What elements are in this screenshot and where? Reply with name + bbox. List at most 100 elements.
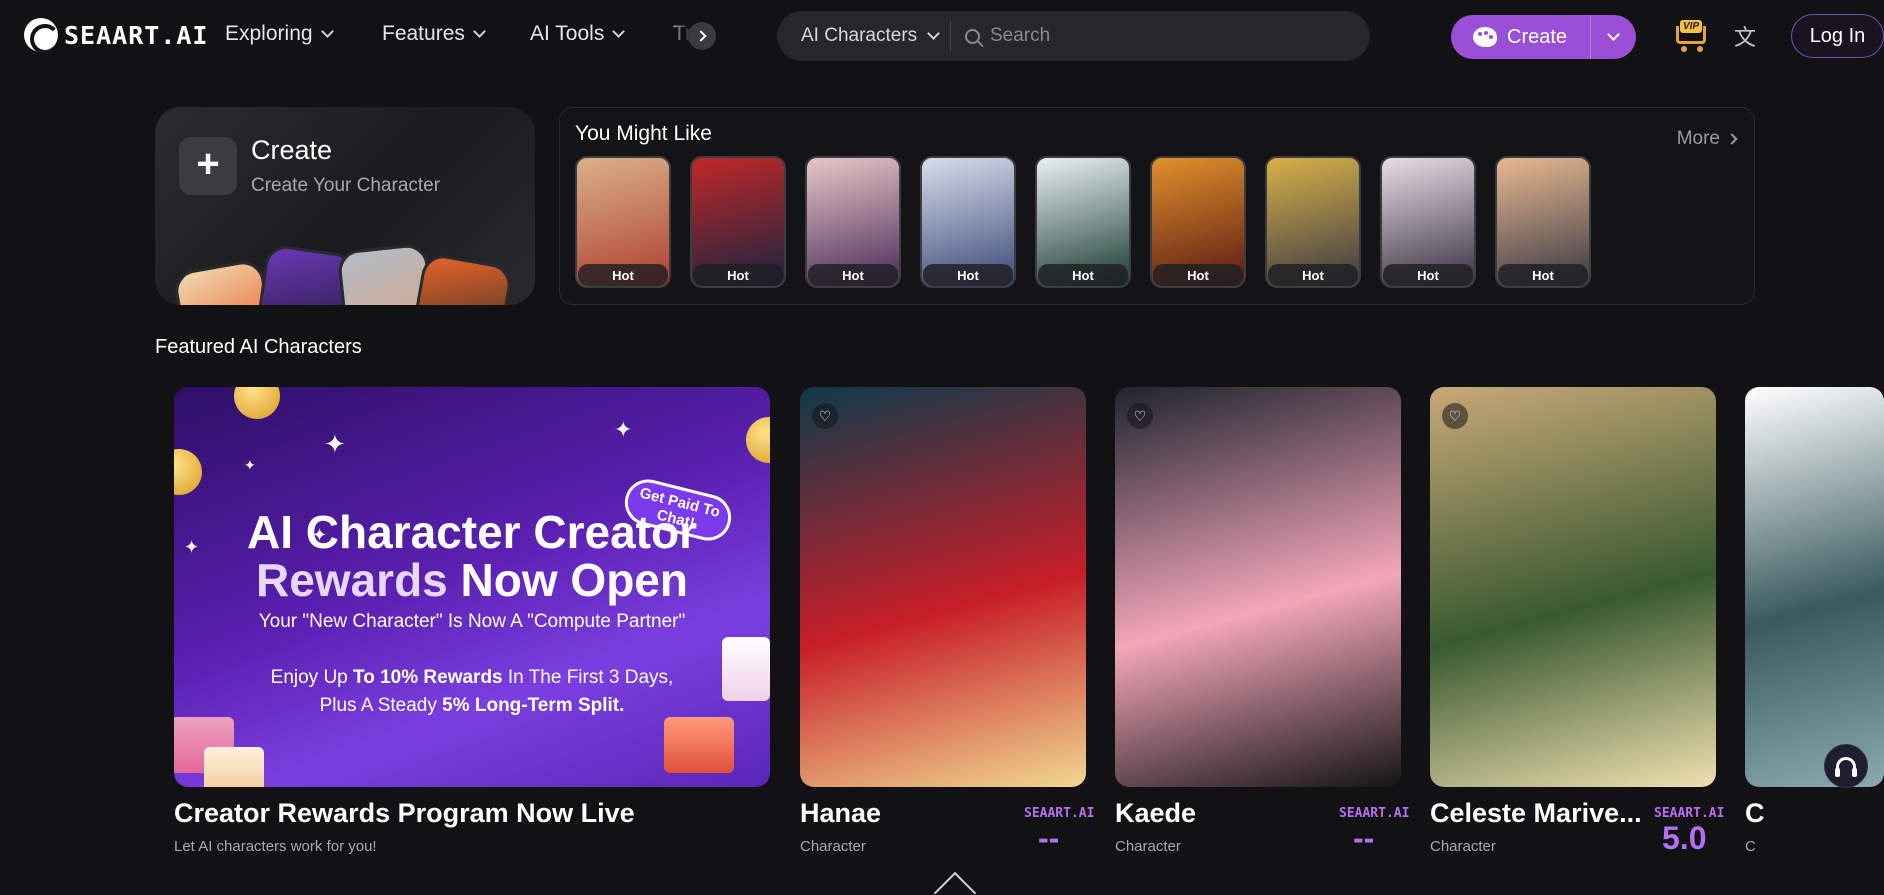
cart-shape — [1676, 26, 1706, 44]
logo[interactable]: SEAART.AI — [24, 18, 208, 52]
vip-cart-icon[interactable]: VIP — [1672, 20, 1710, 52]
language-icon[interactable]: 文 — [1734, 20, 1766, 52]
you-might-like-thumb[interactable]: Hot — [920, 156, 1016, 288]
chevron-right-icon — [1726, 133, 1738, 145]
brand-tag: SEAART.AI — [1024, 806, 1095, 821]
you-might-like-title: You Might Like — [575, 122, 712, 145]
chevron-down-icon — [1607, 27, 1620, 41]
hot-badge: Hot — [1383, 264, 1473, 286]
banner-subtitle: Let AI characters work for you! — [174, 838, 377, 855]
character-type: Character — [1115, 838, 1181, 855]
you-might-like-thumb[interactable]: Hot — [1495, 156, 1591, 288]
nav-exploring[interactable]: Exploring — [225, 22, 334, 46]
banner-line-1: AI Character Creator — [247, 506, 697, 558]
hot-badge: Hot — [1153, 264, 1243, 286]
character-rating: -- — [1038, 820, 1060, 856]
nav-label: Exploring — [225, 22, 313, 45]
gift-decoration — [722, 637, 770, 701]
search-category-select[interactable]: AI Characters — [777, 21, 951, 51]
top-navigation-bar: SEAART.AI Exploring Features AI Tools Tr… — [0, 0, 1884, 72]
more-label: More — [1676, 128, 1720, 149]
brand-tag: SEAART.AI — [1339, 806, 1410, 821]
login-button[interactable]: Log In — [1791, 14, 1884, 58]
you-might-like-panel: You Might Like More Hot Hot Hot Hot Hot Hot Ho… — [559, 107, 1755, 305]
hot-badge: Hot — [578, 264, 668, 286]
nav-features[interactable]: Features — [382, 22, 486, 46]
creator-rewards-banner[interactable]: ✦ ✦ ✦ ✦ ✦ Get Paid To Chat! AI Character… — [174, 387, 770, 787]
you-might-like-thumb[interactable]: Hot — [805, 156, 901, 288]
favorite-heart-icon[interactable]: ♡ — [1127, 403, 1153, 429]
character-name[interactable]: Celeste Marive... — [1430, 798, 1642, 829]
create-button-label: Create — [1507, 25, 1568, 48]
search-input[interactable] — [990, 25, 1350, 47]
hot-badge: Hot — [693, 264, 783, 286]
palette-icon — [1473, 27, 1497, 47]
character-type: Character — [800, 838, 866, 855]
seaart-logo-icon — [24, 18, 58, 52]
cart-wheel — [1697, 46, 1703, 52]
character-card[interactable]: ♡ — [800, 387, 1086, 787]
scroll-up-icon[interactable] — [933, 871, 977, 895]
character-card[interactable]: ♡ — [1115, 387, 1401, 787]
you-might-like-thumb[interactable]: Hot — [575, 156, 671, 288]
favorite-heart-icon[interactable]: ♡ — [812, 403, 838, 429]
sparkle-icon: ✦ — [614, 417, 633, 442]
search-bar: AI Characters — [777, 11, 1370, 61]
character-name[interactable]: C — [1745, 798, 1765, 829]
character-rating: 5.0 — [1662, 820, 1707, 856]
coin-decoration — [746, 417, 770, 463]
character-name[interactable]: Kaede — [1115, 798, 1196, 829]
create-card-subtitle: Create Your Character — [251, 175, 441, 196]
you-might-like-thumb[interactable]: Hot — [1380, 156, 1476, 288]
create-character-card[interactable]: + Create Create Your Character — [155, 107, 535, 305]
coin-decoration — [234, 387, 280, 419]
nav-label: Features — [382, 22, 465, 45]
search-icon — [965, 28, 980, 44]
hot-badge: Hot — [1038, 264, 1128, 286]
character-name[interactable]: Hanae — [800, 798, 881, 829]
you-might-like-thumb[interactable]: Hot — [690, 156, 786, 288]
banner-line-4: Enjoy Up To 10% Rewards In The First 3 D… — [270, 667, 674, 688]
chevron-right-icon — [694, 30, 707, 42]
chevron-down-icon — [927, 26, 941, 40]
hot-badge: Hot — [1268, 264, 1358, 286]
you-might-like-thumb[interactable]: Hot — [1150, 156, 1246, 288]
you-might-like-thumb[interactable]: Hot — [1265, 156, 1361, 288]
coin-decoration — [174, 449, 202, 495]
create-dropdown-button[interactable] — [1591, 27, 1636, 41]
you-might-like-thumb[interactable]: Hot — [1035, 156, 1131, 288]
sparkle-icon: ✦ — [244, 457, 256, 473]
gift-decoration — [664, 717, 734, 773]
cart-wheel — [1681, 46, 1687, 52]
chevron-down-icon — [612, 24, 626, 38]
character-type: Character — [1430, 838, 1496, 855]
character-card[interactable]: ♡ — [1430, 387, 1716, 787]
hot-badge: Hot — [923, 264, 1013, 286]
banner-line-5: Plus A Steady 5% Long-Term Split. — [319, 695, 625, 716]
brand-tag: SEAART.AI — [1654, 806, 1725, 821]
search-category-label: AI Characters — [801, 25, 918, 46]
nav-scroll-right-button[interactable] — [688, 22, 716, 50]
favorite-heart-icon[interactable]: ♡ — [1442, 403, 1468, 429]
chevron-down-icon — [473, 24, 486, 38]
nav-ai-tools[interactable]: AI Tools — [530, 22, 626, 46]
create-card-title: Create — [251, 135, 333, 165]
nav-label: AI Tools — [530, 22, 605, 45]
gift-decoration — [204, 747, 264, 787]
featured-section-title: Featured AI Characters — [155, 336, 362, 358]
character-rating: -- — [1353, 820, 1375, 856]
banner-line-2: Rewards Now Open — [256, 554, 688, 606]
hot-badge: Hot — [808, 264, 898, 286]
banner-line-3: Your "New Character" Is Now A "Compute P… — [258, 611, 686, 632]
character-card[interactable] — [1745, 387, 1884, 787]
hot-badge: Hot — [1498, 264, 1588, 286]
more-link[interactable]: More — [1676, 128, 1738, 150]
character-type: C — [1745, 838, 1756, 855]
support-headset-icon[interactable] — [1824, 744, 1868, 788]
chevron-down-icon — [320, 24, 334, 38]
banner-title[interactable]: Creator Rewards Program Now Live — [174, 798, 635, 829]
plus-icon: + — [179, 137, 237, 195]
logo-text: SEAART.AI — [64, 20, 209, 50]
create-button[interactable]: Create — [1451, 15, 1591, 59]
create-button-group: Create — [1451, 15, 1636, 59]
